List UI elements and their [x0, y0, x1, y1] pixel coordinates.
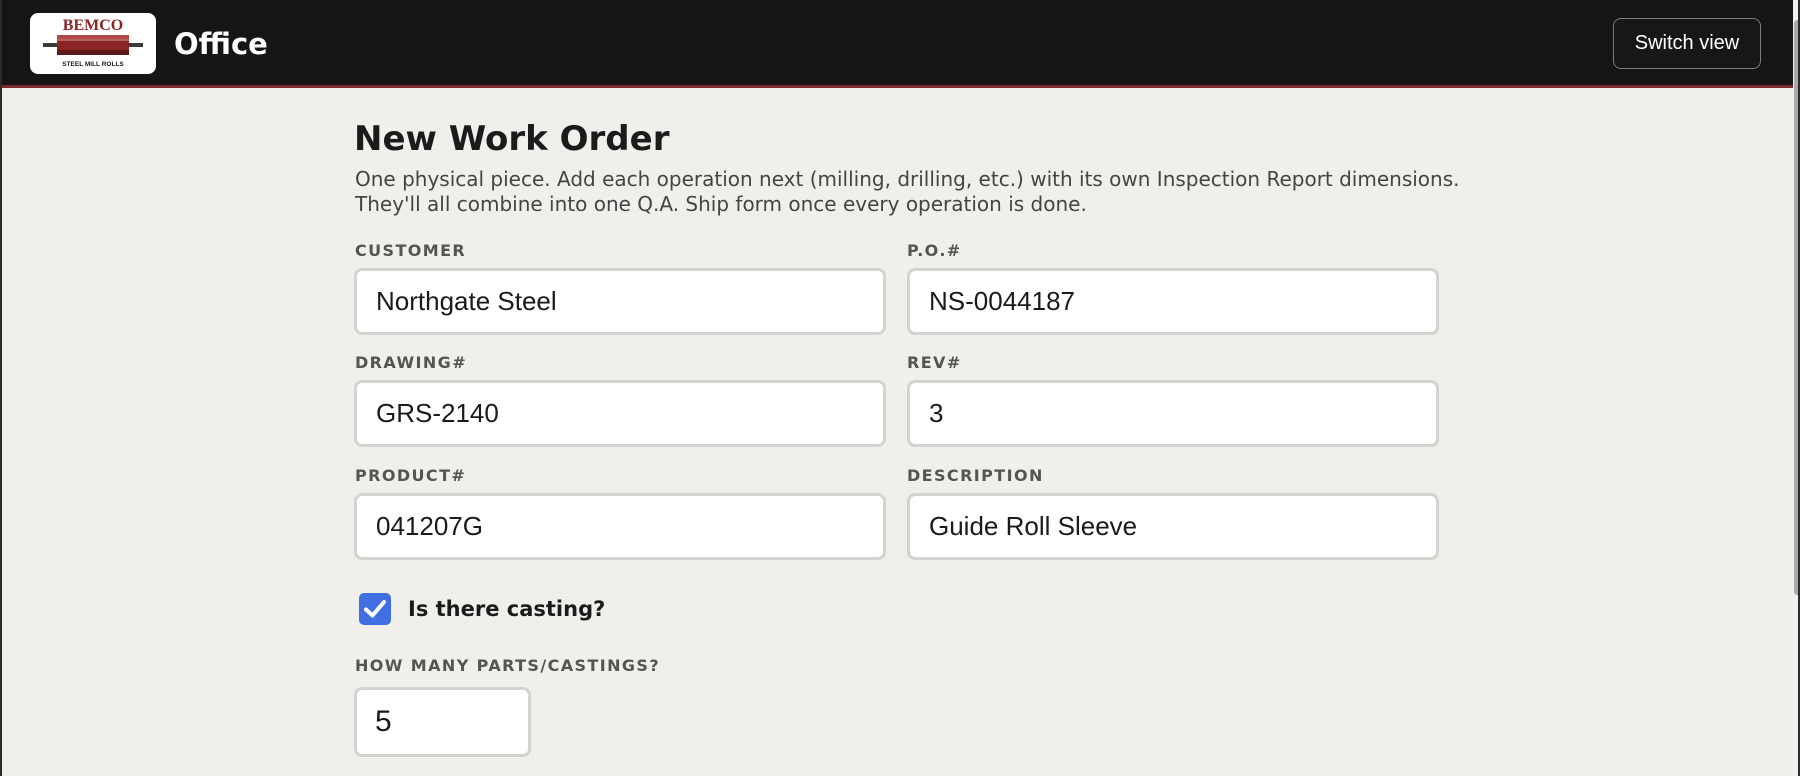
customer-label: CUSTOMER [355, 241, 467, 260]
logo-wordmark: BEMCO [63, 17, 123, 34]
po-label: P.O.# [907, 241, 962, 260]
product-input[interactable] [354, 493, 886, 560]
customer-input[interactable] [354, 268, 886, 335]
top-bar: BEMCO STEEL MILL ROLLS Office Switch vie… [2, 0, 1793, 88]
description-input[interactable] [907, 493, 1439, 560]
page-title: New Work Order [354, 119, 670, 159]
casting-checkbox-label: Is there casting? [408, 597, 606, 621]
switch-view-button[interactable]: Switch view [1613, 18, 1761, 69]
casting-checkbox[interactable] [359, 593, 391, 625]
checkmark-icon [364, 600, 386, 618]
app-title: Office [174, 27, 268, 61]
parts-count-input[interactable] [354, 687, 531, 757]
scrollbar-thumb[interactable] [1794, 20, 1798, 595]
subtitle-line-1: One physical piece. Add each operation n… [355, 167, 1460, 191]
po-input[interactable] [907, 268, 1439, 335]
parts-count-label: HOW MANY PARTS/CASTINGS? [355, 656, 661, 675]
page-subtitle: One physical piece. Add each operation n… [355, 167, 1460, 217]
description-label: DESCRIPTION [907, 466, 1044, 485]
casting-checkbox-row[interactable]: Is there casting? [359, 592, 605, 626]
drawing-input[interactable] [354, 380, 886, 447]
rev-input[interactable] [907, 380, 1439, 447]
rev-label: REV# [907, 353, 962, 372]
subtitle-line-2: They'll all combine into one Q.A. Ship f… [355, 192, 1087, 216]
vertical-scrollbar[interactable] [1793, 0, 1798, 776]
drawing-label: DRAWING# [355, 353, 467, 372]
bemco-logo: BEMCO STEEL MILL ROLLS [30, 13, 156, 74]
logo-tagline: STEEL MILL ROLLS [62, 61, 124, 68]
steel-roll-icon: BEMCO STEEL MILL ROLLS [43, 17, 143, 68]
app-window: BEMCO STEEL MILL ROLLS Office Switch vie… [0, 0, 1800, 776]
product-label: PRODUCT# [355, 466, 467, 485]
